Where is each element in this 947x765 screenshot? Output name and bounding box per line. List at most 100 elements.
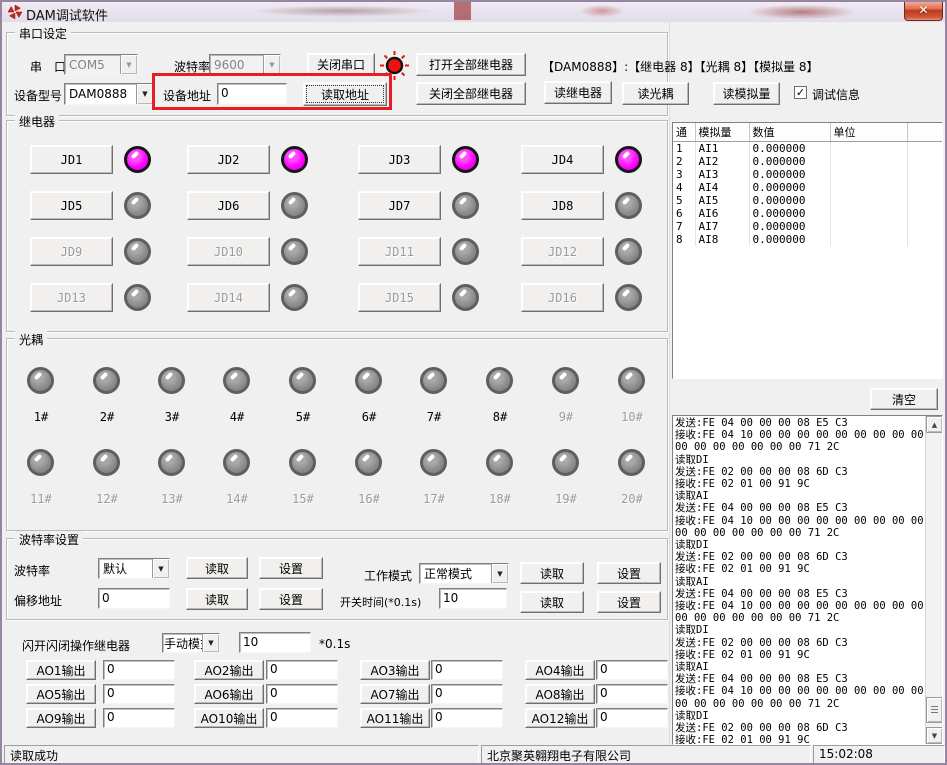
relay-button-jd3[interactable]: JD3 <box>358 145 441 174</box>
ao-output-input-5[interactable]: 0 <box>103 684 175 704</box>
baudrate-read-button[interactable]: 读取 <box>186 557 248 579</box>
read-address-button[interactable]: 读取地址 <box>303 82 387 106</box>
ao-output-button-12[interactable]: AO12输出 <box>525 708 595 728</box>
baud-select[interactable]: 9600 ▼ <box>209 54 281 75</box>
ao-output-input-11[interactable]: 0 <box>431 708 503 728</box>
ao-output-button-11[interactable]: AO11输出 <box>360 708 430 728</box>
relay-button-jd12[interactable]: JD12 <box>521 237 604 266</box>
table-row[interactable]: 8AI80.000000 <box>673 233 943 246</box>
table-row[interactable]: 6AI60.000000 <box>673 207 943 220</box>
opto-led-19 <box>552 449 579 476</box>
ao-output-input-2[interactable]: 0 <box>266 660 338 680</box>
relay-button-jd7[interactable]: JD7 <box>358 191 441 220</box>
com-port-select[interactable]: COM5 ▼ <box>64 54 138 75</box>
relay-button-jd14[interactable]: JD14 <box>187 283 270 312</box>
relay-button-jd13[interactable]: JD13 <box>30 283 113 312</box>
relay-led-3 <box>452 146 479 173</box>
relay-button-jd8[interactable]: JD8 <box>521 191 604 220</box>
switch-time-set-button[interactable]: 设置 <box>597 591 661 613</box>
ao-output-button-3[interactable]: AO3输出 <box>360 660 430 680</box>
ao-output-button-10[interactable]: AO10输出 <box>194 708 264 728</box>
ao-output-button-6[interactable]: AO6输出 <box>194 684 264 704</box>
flash-relay-label: 闪开闪闭操作继电器 <box>22 637 130 654</box>
switch-time-input[interactable]: 10 <box>439 588 507 609</box>
offset-read-button[interactable]: 读取 <box>186 588 248 610</box>
device-address-input[interactable]: 0 <box>217 83 287 105</box>
relay-button-jd11[interactable]: JD11 <box>358 237 441 266</box>
ao-output-button-1[interactable]: AO1输出 <box>26 660 96 680</box>
scrollbar-thumb[interactable] <box>926 697 943 723</box>
scroll-down-icon[interactable]: ▼ <box>926 727 943 744</box>
read-opto-button[interactable]: 读光耦 <box>622 82 689 105</box>
ao-output-input-3[interactable]: 0 <box>431 660 503 680</box>
table-cell: 5 <box>673 194 695 207</box>
table-cell <box>907 181 943 194</box>
title-bar[interactable]: DAM调试软件 ✕ <box>2 2 945 22</box>
debug-info-checkbox[interactable]: ✓ <box>794 86 807 99</box>
table-header-2[interactable]: 模拟量 <box>695 123 749 142</box>
ao-output-button-8[interactable]: AO8输出 <box>525 684 595 704</box>
table-row[interactable]: 2AI20.000000 <box>673 155 943 168</box>
ao-output-input-8[interactable]: 0 <box>596 684 668 704</box>
relay-button-jd2[interactable]: JD2 <box>187 145 270 174</box>
opto-led-label-15: 15# <box>288 492 318 506</box>
flash-mode-select[interactable]: 手动模式 ▼ <box>162 633 220 653</box>
log-line: 接收:FE 02 01 00 91 9C <box>675 649 923 661</box>
flash-time-input[interactable]: 10 <box>239 632 311 653</box>
table-header-4[interactable]: 单位 <box>830 123 907 142</box>
table-row[interactable]: 1AI10.000000 <box>673 142 943 156</box>
read-relay-button[interactable]: 读继电器 <box>544 81 612 104</box>
ao-output-input-7[interactable]: 0 <box>431 684 503 704</box>
table-row[interactable]: 7AI70.000000 <box>673 220 943 233</box>
table-header-1[interactable]: 通 <box>673 123 695 142</box>
ao-output-button-9[interactable]: AO9输出 <box>26 708 96 728</box>
ao-output-input-10[interactable]: 0 <box>266 708 338 728</box>
table-header-3[interactable]: 数值 <box>749 123 830 142</box>
log-line: 发送:FE 02 00 00 00 08 6D C3 <box>675 466 923 478</box>
close-serial-button[interactable]: 关闭串口 <box>307 53 375 76</box>
table-row[interactable]: 3AI30.000000 <box>673 168 943 181</box>
workmode-set-button[interactable]: 设置 <box>597 562 661 584</box>
ao-output-input-6[interactable]: 0 <box>266 684 338 704</box>
log-line: 00 00 00 00 00 00 00 71 2C <box>675 441 923 453</box>
relay-button-jd1[interactable]: JD1 <box>30 145 113 174</box>
baudrate-set-button[interactable]: 设置 <box>259 557 323 579</box>
relay-button-jd6[interactable]: JD6 <box>187 191 270 220</box>
table-header-5[interactable] <box>907 123 943 142</box>
ao-output-button-5[interactable]: AO5输出 <box>26 684 96 704</box>
ao-output-button-4[interactable]: AO4输出 <box>525 660 595 680</box>
workmode-read-button[interactable]: 读取 <box>520 562 584 584</box>
relay-button-jd16[interactable]: JD16 <box>521 283 604 312</box>
table-cell <box>830 168 907 181</box>
ao-output-input-1[interactable]: 0 <box>103 660 175 680</box>
debug-log[interactable]: 发送:FE 04 00 00 00 08 E5 C3接收:FE 04 10 00… <box>672 415 943 745</box>
relay-button-jd15[interactable]: JD15 <box>358 283 441 312</box>
status-message: 读取成功 <box>4 745 479 764</box>
open-all-relays-button[interactable]: 打开全部继电器 <box>416 53 526 76</box>
log-scrollbar[interactable]: ▲ ▼ <box>925 416 942 744</box>
close-all-relays-button[interactable]: 关闭全部继电器 <box>416 82 526 105</box>
offset-addr-input[interactable]: 0 <box>98 588 170 609</box>
ao-output-input-4[interactable]: 0 <box>596 660 668 680</box>
baudrate-select[interactable]: 默认 ▼ <box>98 558 170 579</box>
close-icon[interactable]: ✕ <box>904 2 943 21</box>
relay-button-jd10[interactable]: JD10 <box>187 237 270 266</box>
clear-log-button[interactable]: 清空 <box>870 388 938 410</box>
scroll-up-icon[interactable]: ▲ <box>926 416 943 433</box>
table-row[interactable]: 4AI40.000000 <box>673 181 943 194</box>
ao-output-button-7[interactable]: AO7输出 <box>360 684 430 704</box>
switch-time-read-button[interactable]: 读取 <box>520 591 584 613</box>
offset-set-button[interactable]: 设置 <box>259 588 323 610</box>
log-line: 读取AI <box>675 490 923 502</box>
relay-button-jd4[interactable]: JD4 <box>521 145 604 174</box>
ao-output-button-2[interactable]: AO2输出 <box>194 660 264 680</box>
relay-button-jd9[interactable]: JD9 <box>30 237 113 266</box>
workmode-select[interactable]: 正常模式 ▼ <box>419 563 509 584</box>
table-row[interactable]: 5AI50.000000 <box>673 194 943 207</box>
log-line: 发送:FE 02 00 00 00 08 6D C3 <box>675 637 923 649</box>
read-analog-button[interactable]: 读模拟量 <box>713 82 780 105</box>
ao-output-input-9[interactable]: 0 <box>103 708 175 728</box>
model-select[interactable]: DAM0888 ▼ <box>64 83 154 105</box>
relay-button-jd5[interactable]: JD5 <box>30 191 113 220</box>
ao-output-input-12[interactable]: 0 <box>596 708 668 728</box>
